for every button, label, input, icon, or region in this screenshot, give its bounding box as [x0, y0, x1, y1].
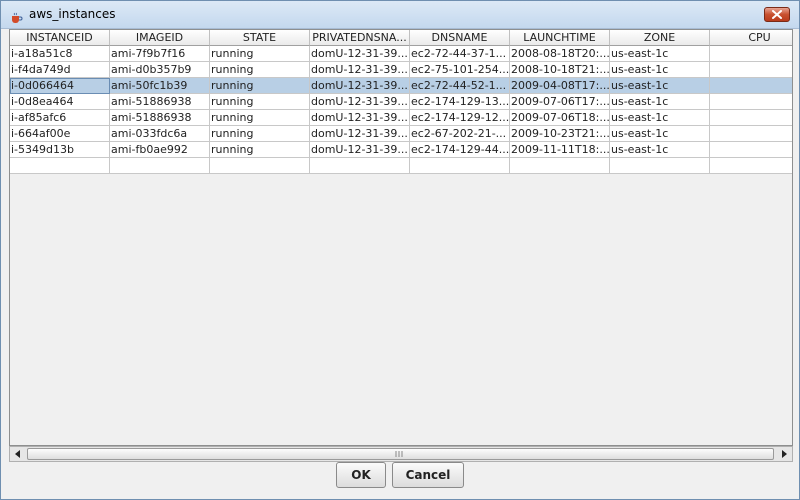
scroll-thumb[interactable] — [27, 448, 774, 460]
table-cell[interactable]: domU-12-31-39... — [310, 94, 410, 110]
table-cell[interactable]: domU-12-31-39... — [310, 110, 410, 126]
table-cell[interactable]: us-east-1c — [610, 94, 710, 110]
close-button[interactable] — [764, 7, 790, 22]
table-cell[interactable]: ami-7f9b7f16 — [110, 46, 210, 62]
scroll-left-button[interactable] — [10, 447, 26, 461]
instances-table[interactable]: INSTANCEID IMAGEID STATE PRIVATEDNSNA... DNS… — [9, 29, 793, 446]
table-cell[interactable]: 2009-11-11T18:... — [510, 142, 610, 158]
column-header[interactable]: STATE — [210, 30, 310, 46]
table-cell[interactable]: ec2-67-202-21-... — [410, 126, 510, 142]
close-icon — [772, 10, 782, 19]
scroll-right-button[interactable] — [776, 447, 792, 461]
table-cell[interactable]: ami-50fc1b39 — [110, 78, 210, 94]
horizontal-scrollbar[interactable] — [9, 446, 793, 462]
java-coffee-icon — [10, 9, 23, 23]
dialog-window: aws_instances INSTANCEID IMAGEID STATE PRIV… — [0, 0, 800, 500]
table-row[interactable]: i-0d8ea464 ami-51886938 running domU-12-31-… — [10, 94, 792, 110]
table-cell[interactable]: 2008-10-18T21:... — [510, 62, 610, 78]
table-cell[interactable] — [710, 62, 792, 78]
table-cell[interactable]: 2009-10-23T21:... — [510, 126, 610, 142]
table-cell[interactable]: ami-d0b357b9 — [110, 62, 210, 78]
table-cell[interactable]: running — [210, 94, 310, 110]
table-cell[interactable]: ec2-174-129-13... — [410, 94, 510, 110]
table-cell[interactable]: i-af85afc6 — [10, 110, 110, 126]
cancel-button[interactable]: Cancel — [392, 462, 464, 488]
table-row[interactable]: i-f4da749d ami-d0b357b9 running domU-12-31-… — [10, 62, 792, 78]
column-header[interactable]: LAUNCHTIME — [510, 30, 610, 46]
table-cell[interactable]: ec2-75-101-254... — [410, 62, 510, 78]
table-cell[interactable] — [710, 94, 792, 110]
table-cell[interactable]: ami-51886938 — [110, 110, 210, 126]
column-header[interactable]: PRIVATEDNSNA... — [310, 30, 410, 46]
table-cell[interactable] — [310, 158, 410, 174]
table-cell[interactable]: running — [210, 142, 310, 158]
table-cell[interactable]: i-0d066464 — [10, 78, 110, 94]
table-body: i-a18a51c8 ami-7f9b7f16 running domU-12-31-… — [10, 46, 792, 174]
table-cell[interactable]: 2009-04-08T17:... — [510, 78, 610, 94]
table-cell[interactable]: ec2-174-129-12... — [410, 110, 510, 126]
table-cell[interactable]: 2009-07-06T18:... — [510, 110, 610, 126]
ok-button[interactable]: OK — [336, 462, 386, 488]
table-cell[interactable]: ami-fb0ae992 — [110, 142, 210, 158]
table-cell[interactable]: us-east-1c — [610, 142, 710, 158]
table-cell[interactable]: running — [210, 110, 310, 126]
table-cell[interactable]: domU-12-31-39... — [310, 78, 410, 94]
table-cell[interactable]: i-0d8ea464 — [10, 94, 110, 110]
table-cell[interactable]: us-east-1c — [610, 62, 710, 78]
arrow-right-icon — [782, 450, 787, 458]
table-cell[interactable]: i-5349d13b — [10, 142, 110, 158]
window-title: aws_instances — [29, 7, 116, 21]
table-cell[interactable]: running — [210, 126, 310, 142]
table-cell[interactable] — [210, 158, 310, 174]
table-cell[interactable] — [10, 158, 110, 174]
table-cell[interactable] — [710, 142, 792, 158]
table-cell[interactable]: domU-12-31-39... — [310, 46, 410, 62]
table-cell[interactable]: us-east-1c — [610, 110, 710, 126]
table-cell[interactable]: us-east-1c — [610, 126, 710, 142]
table-cell[interactable]: us-east-1c — [610, 46, 710, 62]
table-cell[interactable]: domU-12-31-39... — [310, 142, 410, 158]
table-cell[interactable]: running — [210, 46, 310, 62]
table-cell[interactable]: ec2-174-129-44... — [410, 142, 510, 158]
table-cell[interactable]: running — [210, 78, 310, 94]
table-cell[interactable]: ec2-72-44-52-1... — [410, 78, 510, 94]
table-row[interactable] — [10, 158, 792, 174]
column-header[interactable]: ZONE — [610, 30, 710, 46]
table-cell[interactable]: ec2-72-44-37-1... — [410, 46, 510, 62]
table-cell[interactable] — [110, 158, 210, 174]
table-cell[interactable] — [510, 158, 610, 174]
table-cell[interactable]: ami-51886938 — [110, 94, 210, 110]
grip-icon — [395, 451, 403, 457]
table-cell[interactable]: 2009-07-06T17:... — [510, 94, 610, 110]
title-bar[interactable]: aws_instances — [1, 1, 799, 29]
table-cell[interactable]: i-a18a51c8 — [10, 46, 110, 62]
table-row[interactable]: i-a18a51c8 ami-7f9b7f16 running domU-12-31-… — [10, 46, 792, 62]
table-header: INSTANCEID IMAGEID STATE PRIVATEDNSNA... DNS… — [10, 30, 792, 46]
table-row[interactable]: i-664af00e ami-033fdc6a running domU-12-31-… — [10, 126, 792, 142]
table-cell[interactable]: i-f4da749d — [10, 62, 110, 78]
table-cell[interactable] — [710, 78, 792, 94]
column-header[interactable]: INSTANCEID — [10, 30, 110, 46]
table-cell[interactable]: running — [210, 62, 310, 78]
column-header[interactable]: IMAGEID — [110, 30, 210, 46]
table-cell[interactable] — [710, 110, 792, 126]
table-cell[interactable]: 2008-08-18T20:... — [510, 46, 610, 62]
table-cell[interactable] — [710, 126, 792, 142]
table-cell[interactable]: domU-12-31-39... — [310, 126, 410, 142]
table-cell[interactable] — [610, 158, 710, 174]
table-cell[interactable]: domU-12-31-39... — [310, 62, 410, 78]
column-header[interactable]: CPU — [710, 30, 792, 46]
arrow-left-icon — [15, 450, 20, 458]
table-cell[interactable]: ami-033fdc6a — [110, 126, 210, 142]
table-row[interactable]: i-af85afc6 ami-51886938 running domU-12-31-… — [10, 110, 792, 126]
table-cell[interactable] — [710, 158, 792, 174]
table-cell[interactable] — [710, 46, 792, 62]
table-cell[interactable] — [410, 158, 510, 174]
table-row[interactable]: i-0d066464 ami-50fc1b39 running domU-12-31-… — [10, 78, 792, 94]
table-cell[interactable]: us-east-1c — [610, 78, 710, 94]
column-header[interactable]: DNSNAME — [410, 30, 510, 46]
table-row[interactable]: i-5349d13b ami-fb0ae992 running domU-12-31-… — [10, 142, 792, 158]
table-cell[interactable]: i-664af00e — [10, 126, 110, 142]
